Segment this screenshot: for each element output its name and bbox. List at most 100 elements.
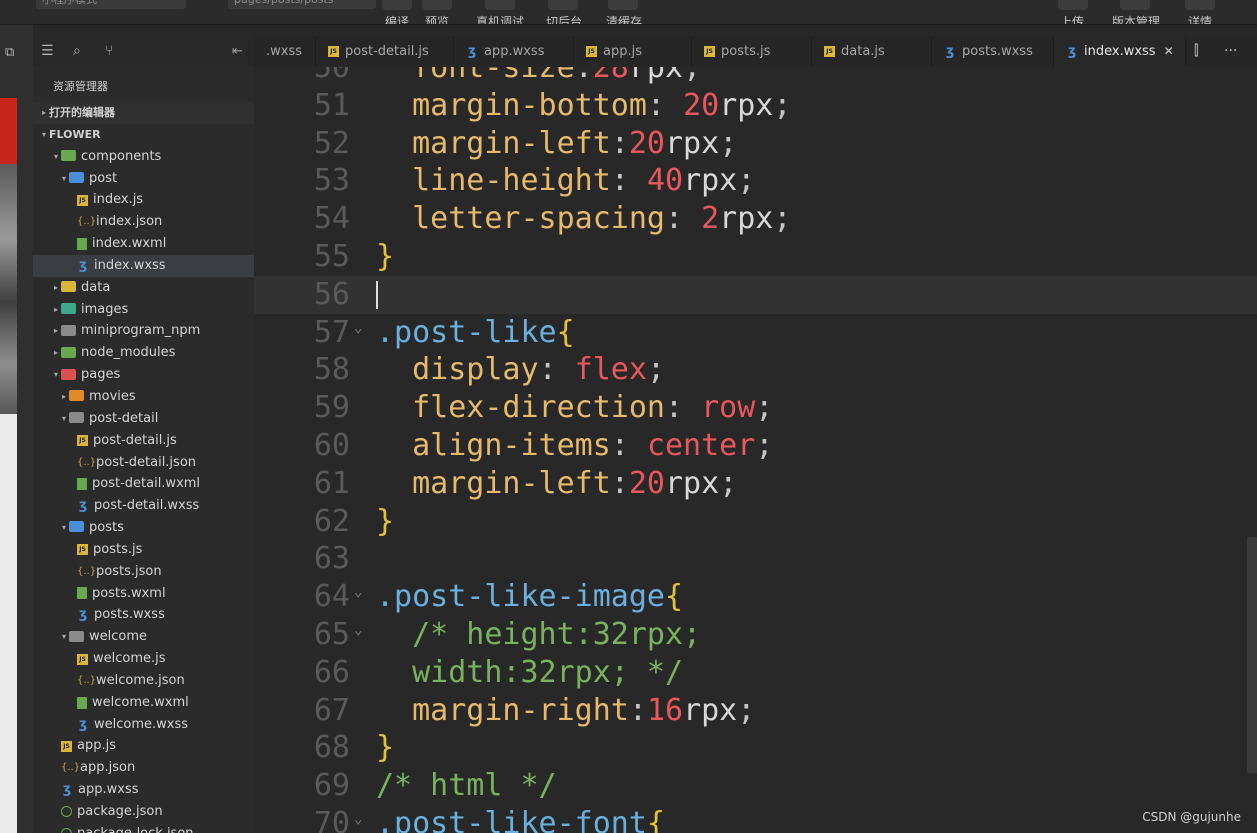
chevron-down-icon[interactable]: ▾ bbox=[51, 364, 61, 386]
code-editor[interactable]: 50 font-size:28rpx; 51 margin-bottom: 20r… bbox=[254, 67, 1257, 833]
version-icon[interactable] bbox=[1120, 0, 1150, 10]
chevron-down-icon[interactable]: ▾ bbox=[59, 168, 69, 190]
folder-item[interactable]: ▸ images bbox=[33, 299, 254, 321]
tab-posts-js[interactable]: JS posts.js bbox=[692, 36, 812, 67]
code-line[interactable]: 67 margin-right:16rpx; bbox=[254, 692, 1257, 730]
preview-icon[interactable] bbox=[422, 0, 452, 10]
file-item[interactable]: ʒ app.wxss bbox=[33, 779, 254, 801]
code-line[interactable]: 58 display: flex; bbox=[254, 351, 1257, 389]
file-item[interactable]: welcome.wxml bbox=[33, 692, 254, 714]
folder-item[interactable]: ▸ movies bbox=[33, 386, 254, 408]
file-item[interactable]: JS welcome.js bbox=[33, 648, 254, 670]
code-line[interactable]: 54 letter-spacing: 2rpx; bbox=[254, 200, 1257, 238]
tab-app-wxss[interactable]: ʒ app.wxss bbox=[454, 36, 574, 67]
file-item[interactable]: JS app.js bbox=[33, 735, 254, 757]
code-line[interactable]: 62} bbox=[254, 503, 1257, 541]
tab-index-wxss[interactable]: ʒ index.wxss ✕ bbox=[1054, 36, 1186, 67]
preview-button[interactable]: 预览 bbox=[425, 15, 449, 24]
code-line[interactable]: 69 /* html */ bbox=[254, 767, 1257, 805]
folder-item[interactable]: ▾ components bbox=[33, 146, 254, 168]
fold-chevron-icon[interactable]: ⌄ bbox=[354, 574, 362, 612]
file-item[interactable]: JS post-detail.js bbox=[33, 430, 254, 452]
chevron-down-icon[interactable]: ▾ bbox=[59, 626, 69, 648]
search-icon[interactable]: ⌕ bbox=[73, 44, 81, 58]
code-line[interactable]: 66 width:32rpx; */ bbox=[254, 654, 1257, 692]
tab-posts-wxss[interactable]: ʒ posts.wxss bbox=[932, 36, 1054, 67]
code-line[interactable]: 60 align-items: center; bbox=[254, 427, 1257, 465]
code-line[interactable]: 52 margin-left:20rpx; bbox=[254, 125, 1257, 163]
code-line[interactable]: 63 bbox=[254, 540, 1257, 578]
file-item[interactable]: ʒ index.wxss bbox=[33, 254, 254, 277]
background-button[interactable]: 切后台 bbox=[546, 15, 582, 24]
file-item[interactable]: {..}posts.json bbox=[33, 561, 254, 583]
tab-wxss[interactable]: .wxss bbox=[254, 36, 316, 67]
chevron-right-icon[interactable]: ▸ bbox=[51, 342, 61, 364]
file-item[interactable]: {..}index.json bbox=[33, 211, 254, 233]
code-line[interactable]: 57 ⌄ .post-like{ bbox=[254, 314, 1257, 352]
more-actions-icon[interactable]: ··· bbox=[1224, 36, 1237, 67]
fold-chevron-icon[interactable]: ⌄ bbox=[354, 310, 362, 348]
code-line[interactable]: 68} bbox=[254, 729, 1257, 767]
chevron-down-icon[interactable]: ▾ bbox=[39, 124, 49, 146]
remote-debug-button[interactable]: 真机调试 bbox=[476, 15, 524, 24]
code-line[interactable]: 61 margin-left:20rpx; bbox=[254, 465, 1257, 503]
folder-item[interactable]: ▸ miniprogram_npm bbox=[33, 320, 254, 342]
fold-chevron-icon[interactable]: ⌄ bbox=[354, 612, 362, 650]
folder-item[interactable]: ▾ welcome bbox=[33, 626, 254, 648]
chevron-right-icon[interactable]: ▸ bbox=[51, 320, 61, 342]
chevron-down-icon[interactable]: ▾ bbox=[51, 146, 61, 168]
file-item[interactable]: post-detail.wxml bbox=[33, 473, 254, 495]
compile-icon[interactable] bbox=[382, 0, 412, 10]
file-item[interactable]: ʒ posts.wxss bbox=[33, 604, 254, 626]
split-editor-icon[interactable]: ⫿ bbox=[1194, 36, 1198, 67]
folder-item[interactable]: ▾ pages bbox=[33, 364, 254, 386]
page-path-select[interactable]: pages/posts/posts bbox=[228, 0, 376, 9]
chevron-right-icon[interactable]: ▸ bbox=[51, 277, 61, 299]
code-line[interactable]: 64 ⌄ .post-like-image{ bbox=[254, 578, 1257, 616]
chevron-right-icon[interactable]: ▸ bbox=[59, 386, 69, 408]
simulator-preview[interactable] bbox=[0, 98, 17, 833]
source-control-icon[interactable]: ⑂ bbox=[105, 44, 113, 58]
fold-chevron-icon[interactable]: ⌄ bbox=[354, 801, 362, 833]
collapse-tabs-icon[interactable]: ⇤ bbox=[232, 36, 243, 67]
code-line[interactable]: 53 line-height: 40rpx; bbox=[254, 162, 1257, 200]
code-line[interactable]: 50 font-size:28rpx; bbox=[254, 67, 1257, 87]
version-button[interactable]: 版本管理 bbox=[1112, 15, 1160, 24]
folder-item[interactable]: ▾ post-detail bbox=[33, 408, 254, 430]
code-line[interactable]: 65 ⌄ /* height:32rpx; bbox=[254, 616, 1257, 654]
folder-item[interactable]: ▸ data bbox=[33, 277, 254, 299]
file-item[interactable]: index.wxml bbox=[33, 233, 254, 255]
file-item[interactable]: ʒ post-detail.wxss bbox=[33, 495, 254, 517]
background-icon[interactable] bbox=[548, 0, 578, 10]
folder-item[interactable]: ▾ post bbox=[33, 168, 254, 190]
code-line[interactable]: 56 bbox=[254, 275, 1257, 314]
chevron-down-icon[interactable]: ▾ bbox=[59, 517, 69, 539]
file-item[interactable]: posts.wxml bbox=[33, 583, 254, 605]
remote-debug-icon[interactable] bbox=[485, 0, 515, 10]
file-item[interactable]: {..}post-detail.json bbox=[33, 452, 254, 474]
tab-post-detail-js[interactable]: JS post-detail.js bbox=[316, 36, 454, 67]
code-line[interactable]: 59 flex-direction: row; bbox=[254, 389, 1257, 427]
chevron-right-icon[interactable]: ▸ bbox=[39, 102, 49, 124]
upload-button[interactable]: 上传 bbox=[1060, 15, 1084, 24]
tab-data-js[interactable]: JS data.js bbox=[812, 36, 932, 67]
file-item[interactable]: ʒ welcome.wxss bbox=[33, 714, 254, 736]
tab-app-js[interactable]: JS app.js bbox=[574, 36, 692, 67]
explorer-section[interactable]: ▸ 打开的编辑器 bbox=[33, 102, 254, 124]
folder-item[interactable]: ▾ posts bbox=[33, 517, 254, 539]
chevron-right-icon[interactable]: ▸ bbox=[51, 299, 61, 321]
upload-icon[interactable] bbox=[1058, 0, 1088, 10]
list-icon[interactable]: ☰ bbox=[41, 44, 54, 58]
code-line[interactable]: 70 ⌄ .post-like-font{ bbox=[254, 805, 1257, 833]
simulator-toggle-icon[interactable]: ⧉ bbox=[5, 45, 14, 60]
file-item[interactable]: package.json bbox=[33, 801, 254, 823]
code-line[interactable]: 51 margin-bottom: 20rpx; bbox=[254, 87, 1257, 125]
compile-button[interactable]: 编译 bbox=[385, 15, 409, 24]
code-line[interactable]: 55} bbox=[254, 238, 1257, 276]
file-item[interactable]: JS posts.js bbox=[33, 539, 254, 561]
details-button[interactable]: 详情 bbox=[1188, 15, 1212, 24]
file-item[interactable]: JS index.js bbox=[33, 189, 254, 211]
file-item[interactable]: {..}welcome.json bbox=[33, 670, 254, 692]
mode-select[interactable]: 小程序模式 bbox=[36, 0, 186, 9]
file-item[interactable]: {..}app.json bbox=[33, 757, 254, 779]
